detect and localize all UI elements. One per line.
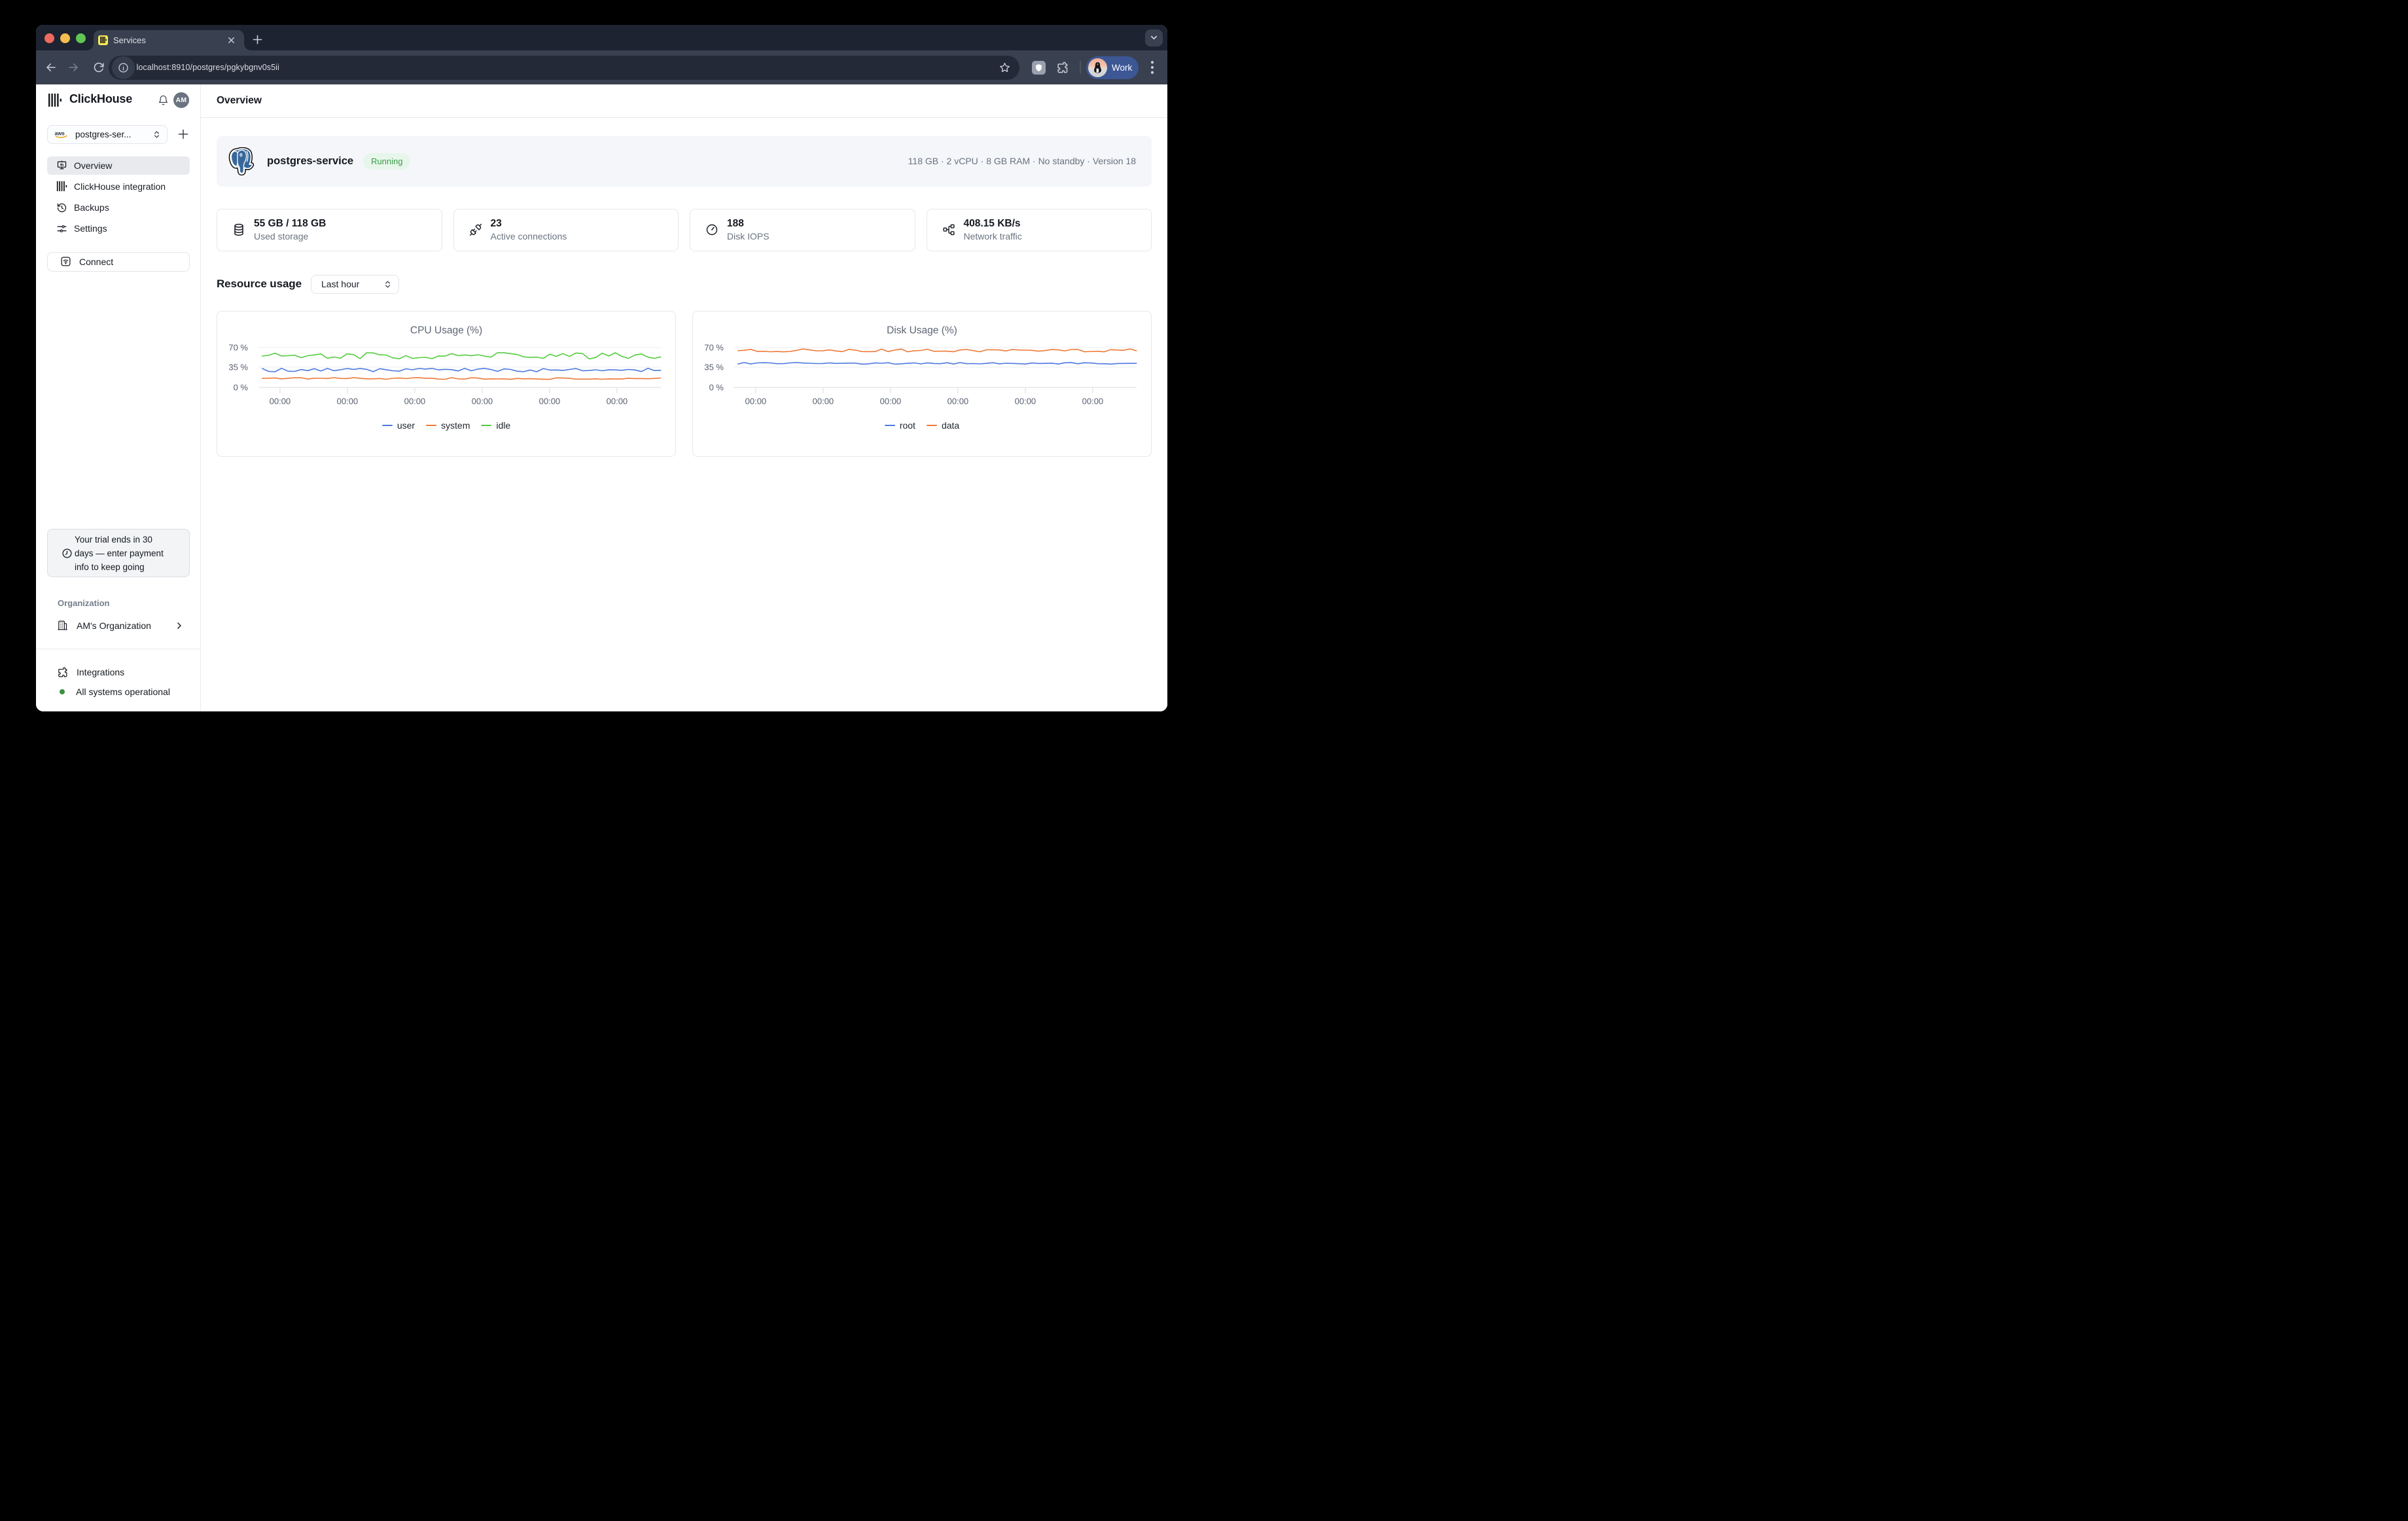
svg-text:aws: aws: [54, 130, 65, 136]
svg-text:0 %: 0 %: [709, 383, 724, 393]
svg-text:Disk Usage (%): Disk Usage (%): [887, 325, 957, 336]
svg-text:00:00: 00:00: [880, 397, 902, 406]
svg-text:00:00: 00:00: [337, 397, 359, 406]
svg-text:00:00: 00:00: [404, 397, 426, 406]
svg-text:CPU Usage (%): CPU Usage (%): [410, 325, 482, 336]
svg-text:00:00: 00:00: [813, 397, 834, 406]
svg-text:00:00: 00:00: [745, 397, 767, 406]
svg-text:0 %: 0 %: [234, 383, 249, 393]
svg-text:00:00: 00:00: [539, 397, 561, 406]
svg-text:00:00: 00:00: [607, 397, 628, 406]
svg-text:00:00: 00:00: [1082, 397, 1104, 406]
svg-text:35 %: 35 %: [704, 363, 724, 372]
svg-text:70 %: 70 %: [228, 343, 248, 353]
svg-text:00:00: 00:00: [270, 397, 291, 406]
svg-text:00:00: 00:00: [472, 397, 493, 406]
svg-text:00:00: 00:00: [947, 397, 969, 406]
svg-text:70 %: 70 %: [704, 343, 724, 353]
svg-text:00:00: 00:00: [1015, 397, 1036, 406]
svg-text:35 %: 35 %: [228, 363, 248, 372]
